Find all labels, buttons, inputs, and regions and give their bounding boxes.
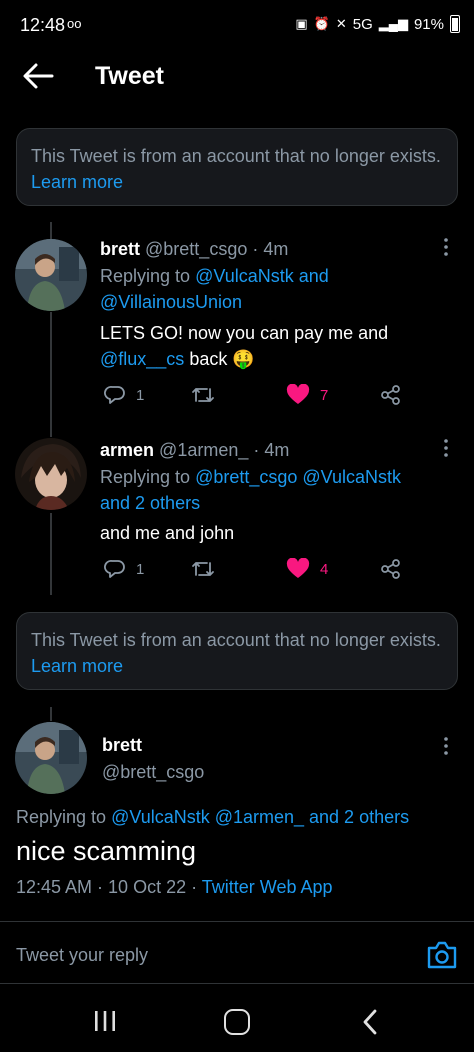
retweet-button[interactable] [190, 558, 216, 580]
tweet-header: brett @brett_csgo · 4m [100, 239, 289, 259]
signal-icon: ▂▄▆ [378, 16, 408, 31]
reply-count: 1 [136, 386, 145, 404]
more-options-icon[interactable] [442, 438, 450, 458]
divider [0, 921, 474, 922]
back-arrow-icon[interactable] [22, 62, 54, 90]
reply-input[interactable]: Tweet your reply [16, 945, 148, 966]
lock-icon: ▣ [295, 16, 308, 31]
display-name[interactable]: brett [100, 239, 140, 259]
mention-link[interactable]: @VulcaNstk @1armen_ and 2 others [111, 807, 409, 827]
like-count: 4 [320, 560, 329, 578]
user-handle[interactable]: @1armen_ [159, 440, 248, 460]
nav-back-icon[interactable] [360, 1009, 380, 1035]
unavailable-tweet-notice: This Tweet is from an account that no lo… [16, 128, 458, 206]
reply-icon [104, 386, 125, 404]
like-button[interactable]: 7 [286, 384, 328, 406]
avatar[interactable] [15, 438, 87, 510]
like-button[interactable]: 4 [286, 558, 328, 580]
tweet-header: armen @1armen_ · 4m [100, 440, 290, 460]
tweet-meta: 12:45 AM · 10 Oct 22 · Twitter Web App [16, 877, 333, 898]
tweet-text: nice scamming [16, 836, 197, 866]
home-icon[interactable] [224, 1009, 250, 1035]
like-count: 7 [320, 386, 329, 404]
battery-percent: 91% [413, 15, 444, 33]
retweet-icon [192, 388, 214, 402]
header: Tweet [0, 50, 474, 106]
more-options-icon[interactable] [442, 237, 450, 257]
learn-more-link[interactable]: Learn more [31, 656, 123, 676]
replying-to: Replying to @VulcaNstk @1armen_ and 2 ot… [16, 807, 410, 827]
status-time: 12:48 [20, 15, 66, 35]
display-name[interactable]: brett [102, 735, 142, 756]
replying-to: Replying to @VulcaNstk and @VillainousUn… [100, 266, 329, 312]
share-button[interactable] [380, 558, 402, 580]
mention-link[interactable]: @VulcaNstk and [195, 266, 329, 286]
unavailable-tweet-notice: This Tweet is from an account that no lo… [16, 612, 458, 690]
replying-to: Replying to @brett_csgo @VulcaNstk and 2… [100, 467, 402, 513]
tweet-time: 4m [264, 440, 290, 460]
battery-icon [450, 15, 460, 33]
tweet-source-link[interactable]: Twitter Web App [202, 877, 333, 897]
mention-link[interactable]: @brett_csgo @VulcaNstk [195, 467, 401, 487]
notice-text: This Tweet is from an account that no lo… [31, 146, 441, 166]
tweet-text: and me and john [100, 523, 235, 543]
retweet-icon [192, 562, 214, 576]
reply-tweet[interactable]: armen @1armen_ · 4m Replying to @brett_c… [0, 438, 474, 588]
avatar[interactable] [15, 239, 87, 311]
mention-link[interactable]: and 2 others [100, 493, 200, 513]
recents-icon[interactable] [94, 1010, 116, 1032]
heart-filled-icon [286, 558, 310, 578]
notice-text: This Tweet is from an account that no lo… [31, 630, 441, 650]
voicemail-icon: oo [67, 16, 82, 31]
share-icon [381, 385, 400, 405]
reply-icon [104, 560, 125, 578]
tweet-time: 4m [263, 239, 289, 259]
reply-button[interactable]: 1 [104, 384, 144, 406]
share-button[interactable] [380, 384, 402, 406]
user-handle[interactable]: @brett_csgo [145, 239, 247, 259]
tweet-actions: 1 7 [100, 384, 420, 410]
status-bar: 12:48 oo ▣ ⏰ ✕ 5G ▂▄▆ 91% [0, 0, 474, 48]
thread-connector [50, 707, 52, 721]
network-label: 5G [352, 15, 373, 33]
tweet-timestamp: 12:45 AM · 10 Oct 22 · [16, 877, 202, 897]
camera-icon[interactable] [426, 940, 458, 970]
display-name[interactable]: armen [100, 440, 154, 460]
more-options-icon[interactable] [442, 736, 450, 756]
mute-icon: ✕ [335, 16, 347, 31]
mention-link[interactable]: @VillainousUnion [100, 292, 242, 312]
reply-count: 1 [136, 560, 145, 578]
user-handle[interactable]: @brett_csgo [102, 762, 204, 783]
page-title: Tweet [95, 62, 164, 90]
system-navbar [0, 995, 474, 1052]
tweet-text: LETS GO! now you can pay me and @flux__c… [100, 323, 389, 369]
reply-button[interactable]: 1 [104, 558, 144, 580]
divider [0, 983, 474, 984]
share-icon [381, 559, 400, 579]
alarm-icon: ⏰ [313, 16, 330, 31]
heart-filled-icon [286, 384, 310, 404]
tweet-actions: 1 4 [100, 558, 420, 584]
avatar[interactable] [15, 722, 87, 794]
reply-tweet[interactable]: brett @brett_csgo · 4m Replying to @Vulc… [0, 237, 474, 417]
learn-more-link[interactable]: Learn more [31, 172, 123, 192]
retweet-button[interactable] [190, 384, 216, 406]
mention-link[interactable]: @flux__cs [100, 349, 184, 369]
status-icons: ▣ ⏰ ✕ 5G ▂▄▆ 91% [295, 15, 460, 33]
